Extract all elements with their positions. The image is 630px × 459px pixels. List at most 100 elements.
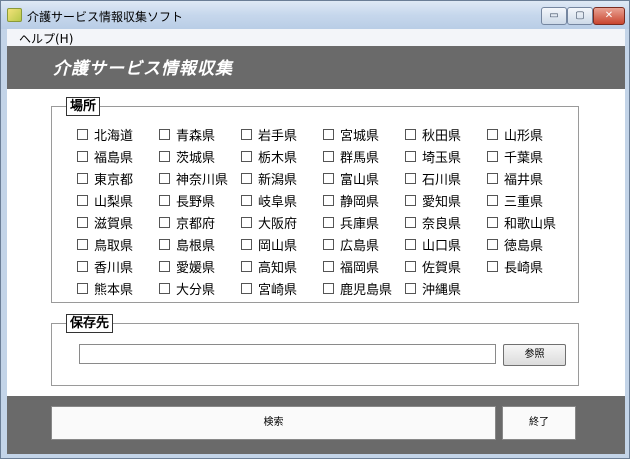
- checkbox-box[interactable]: [241, 150, 252, 162]
- checkbox-box[interactable]: [487, 238, 498, 250]
- prefecture-checkbox[interactable]: 広島県: [323, 235, 405, 254]
- checkbox-box[interactable]: [323, 172, 334, 184]
- prefecture-checkbox[interactable]: 滋賀県: [77, 213, 159, 232]
- prefecture-checkbox[interactable]: 茨城県: [159, 147, 241, 166]
- prefecture-checkbox[interactable]: 大阪府: [241, 213, 323, 232]
- prefecture-checkbox[interactable]: 奈良県: [405, 213, 487, 232]
- prefecture-checkbox[interactable]: 東京都: [77, 169, 159, 188]
- prefecture-checkbox[interactable]: 長野県: [159, 191, 241, 210]
- prefecture-checkbox[interactable]: 和歌山県: [487, 213, 569, 232]
- checkbox-box[interactable]: [77, 216, 88, 228]
- prefecture-checkbox[interactable]: 新潟県: [241, 169, 323, 188]
- checkbox-box[interactable]: [323, 216, 334, 228]
- menu-help[interactable]: ヘルプ(H): [19, 30, 73, 47]
- prefecture-checkbox[interactable]: 大分県: [159, 279, 241, 298]
- checkbox-box[interactable]: [159, 216, 170, 228]
- prefecture-checkbox[interactable]: 三重県: [487, 191, 569, 210]
- prefecture-checkbox[interactable]: 石川県: [405, 169, 487, 188]
- checkbox-box[interactable]: [159, 172, 170, 184]
- checkbox-box[interactable]: [241, 194, 252, 206]
- checkbox-box[interactable]: [405, 128, 416, 140]
- checkbox-box[interactable]: [241, 238, 252, 250]
- checkbox-box[interactable]: [77, 260, 88, 272]
- checkbox-box[interactable]: [405, 260, 416, 272]
- checkbox-box[interactable]: [323, 238, 334, 250]
- checkbox-box[interactable]: [487, 172, 498, 184]
- prefecture-checkbox[interactable]: 佐賀県: [405, 257, 487, 276]
- prefecture-checkbox[interactable]: 埼玉県: [405, 147, 487, 166]
- checkbox-box[interactable]: [323, 282, 334, 294]
- checkbox-box[interactable]: [487, 150, 498, 162]
- prefecture-checkbox[interactable]: 神奈川県: [159, 169, 241, 188]
- checkbox-box[interactable]: [323, 194, 334, 206]
- prefecture-checkbox[interactable]: 岩手県: [241, 125, 323, 144]
- maximize-button[interactable]: ▢: [567, 7, 593, 25]
- prefecture-checkbox[interactable]: 愛媛県: [159, 257, 241, 276]
- prefecture-checkbox[interactable]: 鹿児島県: [323, 279, 405, 298]
- exit-button[interactable]: 終了: [502, 406, 576, 440]
- save-path-input[interactable]: [79, 344, 496, 364]
- prefecture-checkbox[interactable]: 山口県: [405, 235, 487, 254]
- checkbox-box[interactable]: [77, 128, 88, 140]
- checkbox-box[interactable]: [241, 282, 252, 294]
- checkbox-box[interactable]: [241, 260, 252, 272]
- checkbox-box[interactable]: [405, 282, 416, 294]
- prefecture-checkbox[interactable]: 富山県: [323, 169, 405, 188]
- prefecture-checkbox[interactable]: 鳥取県: [77, 235, 159, 254]
- checkbox-box[interactable]: [323, 150, 334, 162]
- checkbox-box[interactable]: [77, 194, 88, 206]
- checkbox-box[interactable]: [77, 238, 88, 250]
- prefecture-checkbox[interactable]: 島根県: [159, 235, 241, 254]
- checkbox-box[interactable]: [323, 260, 334, 272]
- prefecture-checkbox[interactable]: 千葉県: [487, 147, 569, 166]
- checkbox-box[interactable]: [159, 238, 170, 250]
- prefecture-checkbox[interactable]: 香川県: [77, 257, 159, 276]
- prefecture-checkbox[interactable]: 宮崎県: [241, 279, 323, 298]
- checkbox-box[interactable]: [323, 128, 334, 140]
- checkbox-box[interactable]: [159, 150, 170, 162]
- checkbox-box[interactable]: [405, 150, 416, 162]
- prefecture-checkbox[interactable]: 愛知県: [405, 191, 487, 210]
- prefecture-checkbox[interactable]: 山形県: [487, 125, 569, 144]
- prefecture-checkbox[interactable]: 福井県: [487, 169, 569, 188]
- checkbox-box[interactable]: [487, 260, 498, 272]
- checkbox-box[interactable]: [241, 216, 252, 228]
- prefecture-checkbox[interactable]: 秋田県: [405, 125, 487, 144]
- checkbox-box[interactable]: [77, 172, 88, 184]
- checkbox-box[interactable]: [241, 128, 252, 140]
- checkbox-box[interactable]: [241, 172, 252, 184]
- prefecture-checkbox[interactable]: 山梨県: [77, 191, 159, 210]
- checkbox-box[interactable]: [159, 128, 170, 140]
- checkbox-box[interactable]: [487, 194, 498, 206]
- checkbox-box[interactable]: [405, 238, 416, 250]
- prefecture-checkbox[interactable]: 栃木県: [241, 147, 323, 166]
- prefecture-checkbox[interactable]: 高知県: [241, 257, 323, 276]
- prefecture-checkbox[interactable]: 宮城県: [323, 125, 405, 144]
- checkbox-box[interactable]: [405, 216, 416, 228]
- checkbox-box[interactable]: [159, 282, 170, 294]
- close-button[interactable]: ✕: [593, 7, 625, 25]
- checkbox-box[interactable]: [487, 128, 498, 140]
- checkbox-box[interactable]: [405, 194, 416, 206]
- checkbox-box[interactable]: [77, 282, 88, 294]
- prefecture-checkbox[interactable]: 福島県: [77, 147, 159, 166]
- prefecture-checkbox[interactable]: 兵庫県: [323, 213, 405, 232]
- checkbox-box[interactable]: [487, 216, 498, 228]
- search-button[interactable]: 検索: [51, 406, 496, 440]
- checkbox-box[interactable]: [159, 260, 170, 272]
- prefecture-checkbox[interactable]: 静岡県: [323, 191, 405, 210]
- checkbox-box[interactable]: [159, 194, 170, 206]
- prefecture-checkbox[interactable]: 北海道: [77, 125, 159, 144]
- prefecture-checkbox[interactable]: 岡山県: [241, 235, 323, 254]
- prefecture-checkbox[interactable]: 群馬県: [323, 147, 405, 166]
- prefecture-checkbox[interactable]: 長崎県: [487, 257, 569, 276]
- minimize-button[interactable]: ▭: [541, 7, 567, 25]
- prefecture-checkbox[interactable]: 岐阜県: [241, 191, 323, 210]
- prefecture-checkbox[interactable]: 福岡県: [323, 257, 405, 276]
- prefecture-checkbox[interactable]: 沖縄県: [405, 279, 487, 298]
- prefecture-checkbox[interactable]: 青森県: [159, 125, 241, 144]
- prefecture-checkbox[interactable]: 徳島県: [487, 235, 569, 254]
- checkbox-box[interactable]: [405, 172, 416, 184]
- prefecture-checkbox[interactable]: 熊本県: [77, 279, 159, 298]
- browse-button[interactable]: 参照: [503, 344, 566, 366]
